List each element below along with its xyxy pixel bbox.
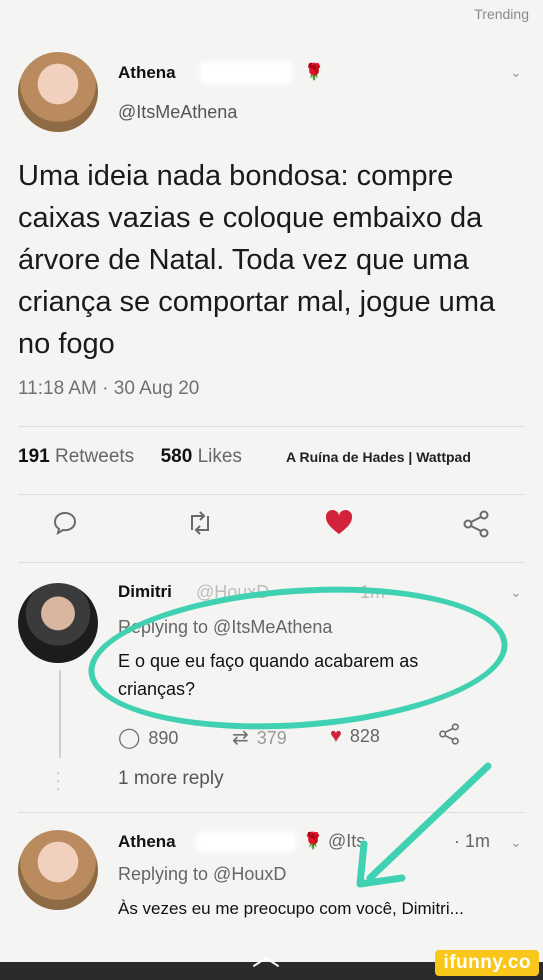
reply1-like-count: 828 xyxy=(349,726,380,746)
reply1-reply-count: 890 xyxy=(148,728,179,748)
name-redaction xyxy=(196,832,296,852)
highlight-arrow xyxy=(356,762,492,888)
reply2-author-name[interactable]: Athena xyxy=(118,832,176,852)
likes-label[interactable]: Likes xyxy=(198,446,242,467)
chevron-down-icon[interactable]: ⌄ xyxy=(510,834,522,851)
divider-actions xyxy=(18,562,525,563)
speech-bubble-icon: ◯ xyxy=(118,727,141,749)
chevron-down-icon[interactable]: ⌄ xyxy=(510,64,522,81)
reply1-share-action[interactable] xyxy=(438,723,460,750)
dimitri-avatar[interactable] xyxy=(18,583,98,663)
reply1-reply-action[interactable]: ◯ 890 xyxy=(118,725,178,750)
chevron-down-icon[interactable]: ⌄ xyxy=(510,584,522,601)
retweets-label[interactable]: Retweets xyxy=(55,446,134,467)
thread-dots: · · · xyxy=(56,764,61,796)
more-replies-link[interactable]: 1 more reply xyxy=(118,768,224,790)
tweet-stats: 191 Retweets 580 Likes xyxy=(18,446,242,468)
name-redaction xyxy=(200,62,292,84)
retweet-icon xyxy=(191,511,209,535)
divider-top xyxy=(18,426,525,427)
retweets-count[interactable]: 191 xyxy=(18,446,50,467)
retweet-icon: ⇄ xyxy=(232,727,249,749)
reply1-author-name[interactable]: Dimitri xyxy=(118,582,172,602)
share-icon xyxy=(463,510,489,538)
trending-label[interactable]: Trending xyxy=(474,6,529,22)
divider-mid xyxy=(18,494,525,495)
rose-icon: 🌹 xyxy=(304,64,324,81)
share-button[interactable] xyxy=(462,510,490,545)
chevron-up-icon[interactable]: ︿ xyxy=(252,934,280,974)
athena-avatar[interactable] xyxy=(18,52,98,132)
reply1-retweet-action[interactable]: ⇄ 379 xyxy=(232,725,287,750)
retweet-button[interactable] xyxy=(186,510,214,543)
author-name[interactable]: Athena xyxy=(118,63,176,83)
ifunny-logo: ifunny.co xyxy=(435,950,539,976)
athena-avatar-small[interactable] xyxy=(18,830,98,910)
heart-icon: ♥ xyxy=(330,725,342,747)
heart-icon xyxy=(325,509,353,534)
tweet-text: Uma ideia nada bondosa: compre caixas va… xyxy=(18,160,496,360)
reply1-retweet-count: 379 xyxy=(256,728,287,748)
reply1-like-action[interactable]: ♥ 828 xyxy=(330,725,380,748)
author-handle[interactable]: @ItsMeAthena xyxy=(118,102,237,123)
reply-button[interactable] xyxy=(52,510,78,543)
speech-bubble-icon xyxy=(53,511,77,536)
like-button[interactable] xyxy=(324,508,354,543)
share-icon xyxy=(439,723,459,745)
likes-count[interactable]: 580 xyxy=(161,446,193,467)
rose-icon: 🌹 xyxy=(303,833,323,850)
wattpad-watermark: A Ruína de Hades | Wattpad xyxy=(286,449,471,465)
thread-line xyxy=(59,670,61,758)
tweet-timestamp[interactable]: 11:18 AM · 30 Aug 20 xyxy=(18,378,199,400)
reply2-replying-to[interactable]: Replying to @HouxD xyxy=(118,864,286,885)
